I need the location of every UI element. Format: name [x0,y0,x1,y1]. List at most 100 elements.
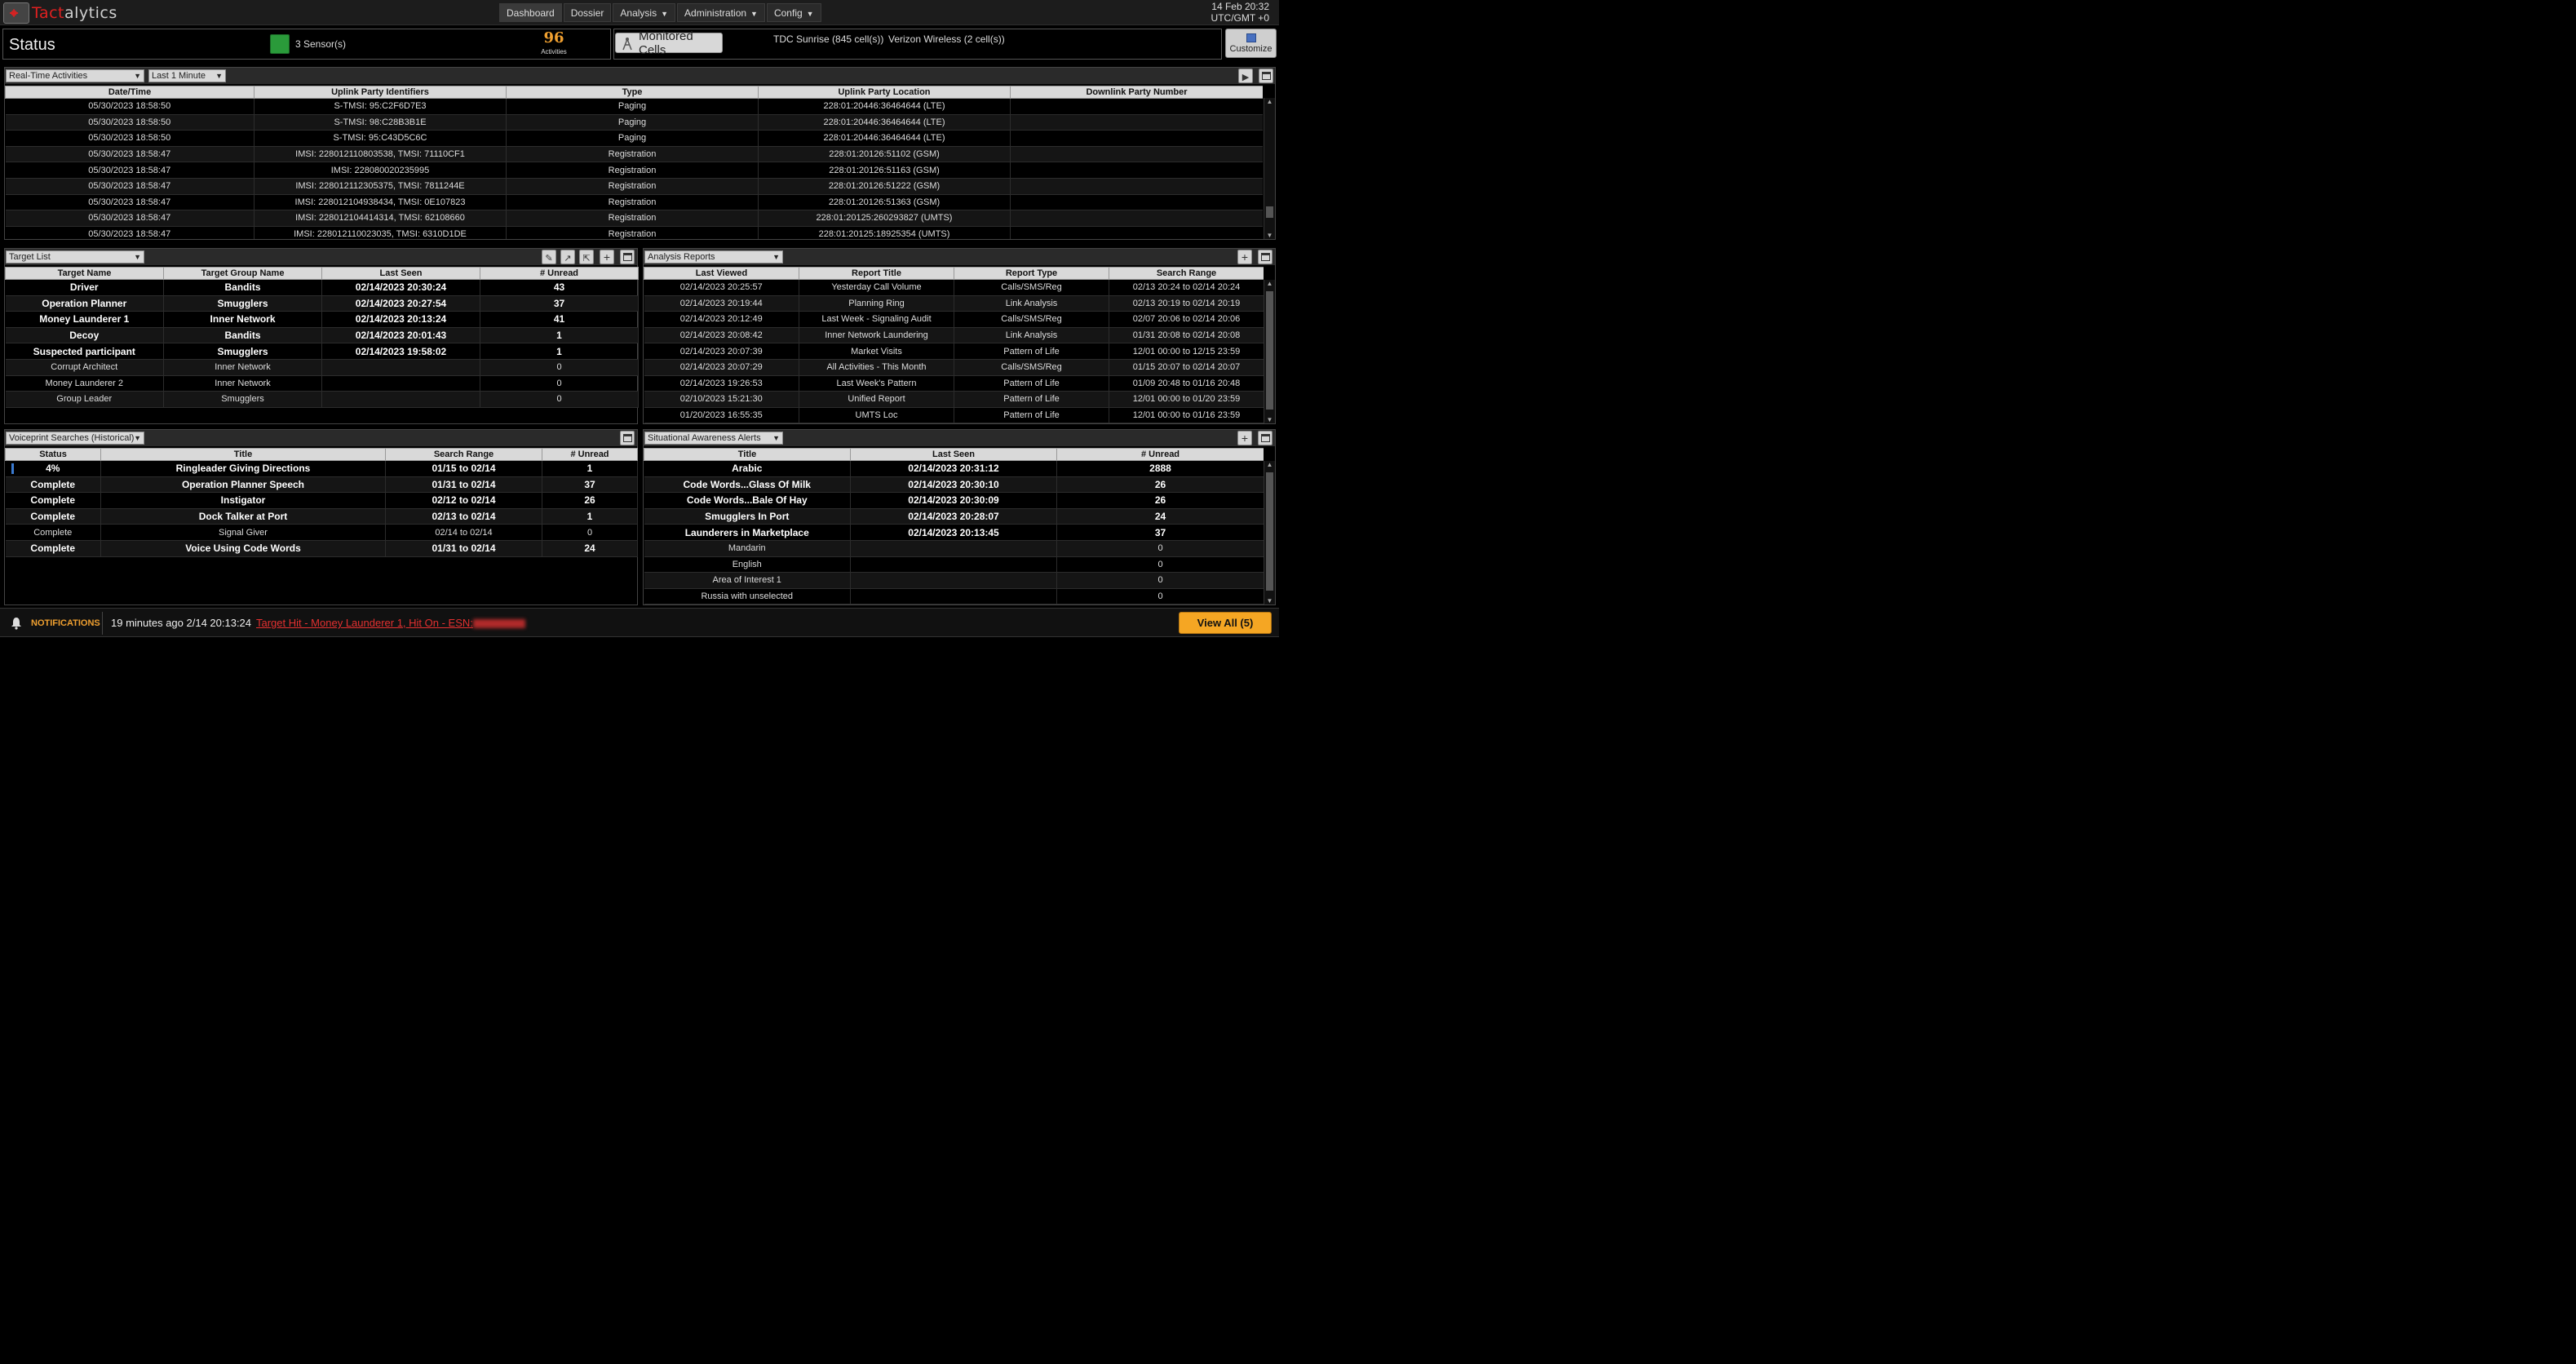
table-row[interactable]: 05/30/2023 18:58:50 S-TMSI: 95:C2F6D7E3 Pa… [5,98,1263,115]
scroll-up-icon[interactable]: ▲ [1264,98,1275,105]
scroll-down-icon[interactable]: ▼ [1264,232,1275,239]
column-header[interactable]: Title [644,448,851,461]
table-row[interactable]: Launderers in Marketplace 02/14/2023 20:1… [644,524,1264,541]
time-range-select[interactable]: Last 1 Minute ▼ [148,69,226,82]
scroll-down-icon[interactable]: ▼ [1264,416,1275,423]
app-logo[interactable]: ⌖ Tactalytics [3,2,117,24]
table-row[interactable]: 02/14/2023 20:19:44 Planning Ring Link Ana… [644,295,1264,312]
column-header[interactable]: Last Seen [850,448,1057,461]
panel-type-select[interactable]: Real-Time Activities ▼ [6,69,144,82]
view-all-button[interactable]: View All (5) [1179,612,1272,634]
table-row[interactable]: Complete Voice Using Code Words 01/31 to 0… [5,540,638,557]
table-row[interactable]: Money Launderer 1 Inner Network 02/14/2023… [5,311,639,328]
column-header[interactable]: # Unread [480,267,639,280]
table-row[interactable]: 05/30/2023 18:58:47 IMSI: 228012112305375… [5,178,1263,195]
table-row[interactable]: Code Words...Glass Of Milk 02/14/2023 20:… [644,476,1264,494]
column-header[interactable]: Downlink Party Number [1010,86,1263,99]
scroll-thumb[interactable] [1266,472,1273,591]
table-row[interactable]: Complete Instigator 02/12 to 02/14 26 [5,492,638,509]
add-report-button[interactable]: + [1237,250,1252,264]
table-row[interactable]: Money Launderer 2 Inner Network 0 [5,375,639,392]
table-row[interactable]: Arabic 02/14/2023 20:31:12 2888 [644,460,1264,477]
table-row[interactable]: 02/14/2023 19:26:53 Last Week's Pattern Pa… [644,375,1264,392]
bell-icon[interactable] [10,617,23,630]
scrollbar[interactable]: ▲ ▼ [1264,461,1275,604]
table-row[interactable]: Complete Dock Talker at Port 02/13 to 02/1… [5,508,638,525]
table-row[interactable]: 02/14/2023 20:08:42 Inner Network Launder… [644,327,1264,344]
panel-type-select[interactable]: Voiceprint Searches (Historical) ▼ [6,432,144,445]
column-header[interactable]: Date/Time [5,86,255,99]
table-row[interactable]: 02/14/2023 20:07:39 Market Visits Pattern … [644,343,1264,360]
add-target-button[interactable]: + [600,250,614,264]
customize-button[interactable]: Customize [1225,29,1277,58]
table-row[interactable]: Mandarin 0 [644,540,1264,557]
column-header[interactable]: Last Seen [321,267,480,280]
play-button[interactable]: ▶ [1238,69,1253,83]
scrollbar[interactable]: ▲ ▼ [1264,98,1275,239]
column-header[interactable]: Search Range [385,448,542,461]
table-row[interactable]: 01/20/2023 16:55:35 UMTS Loc Pattern of Li… [644,407,1264,423]
export-target-button[interactable]: ↗ [560,250,575,264]
panel-type-select[interactable]: Analysis Reports ▼ [644,250,783,264]
column-header[interactable]: Uplink Party Identifiers [254,86,507,99]
maximize-button[interactable] [1258,431,1273,445]
table-row[interactable]: 05/30/2023 18:58:47 IMSI: 228012110803538… [5,146,1263,163]
maximize-button[interactable] [620,431,635,445]
scroll-up-icon[interactable]: ▲ [1264,461,1275,468]
table-row[interactable]: Operation Planner Smugglers 02/14/2023 20:… [5,295,639,312]
table-row[interactable]: 05/30/2023 18:58:50 S-TMSI: 98:C28B3B1E Pa… [5,114,1263,131]
maximize-button[interactable] [1259,69,1273,83]
table-row[interactable]: Decoy Bandits 02/14/2023 20:01:43 1 [5,327,639,344]
table-row[interactable]: 05/30/2023 18:58:47 IMSI: 228012104414314… [5,210,1263,227]
table-row[interactable]: Suspected participant Smugglers 02/14/2023… [5,343,639,360]
column-header[interactable]: # Unread [542,448,638,461]
scroll-down-icon[interactable]: ▼ [1264,597,1275,604]
scroll-up-icon[interactable]: ▲ [1264,280,1275,287]
table-row[interactable]: Russia with unselected 0 [644,588,1264,604]
scroll-thumb[interactable] [1266,291,1273,410]
table-row[interactable]: Driver Bandits 02/14/2023 20:30:24 43 [5,279,639,296]
table-row[interactable]: 02/14/2023 20:25:57 Yesterday Call Volume… [644,279,1264,296]
edit-target-button[interactable]: ✎ [542,250,556,264]
column-header[interactable]: Type [506,86,759,99]
column-header[interactable]: Search Range [1109,267,1264,280]
notification-link[interactable]: Target Hit - Money Launderer 1, Hit On -… [256,617,525,629]
column-header[interactable]: Report Title [799,267,954,280]
sensor-status-indicator[interactable] [270,34,290,54]
panel-type-select[interactable]: Situational Awareness Alerts ▼ [644,432,783,445]
table-row[interactable]: Complete Operation Planner Speech 01/31 to… [5,476,638,494]
table-row[interactable]: 05/30/2023 18:58:47 IMSI: 228080020235995… [5,162,1263,179]
panel-type-select[interactable]: Target List ▼ [6,250,144,264]
column-header[interactable]: Target Name [5,267,164,280]
column-header[interactable]: Status [5,448,101,461]
table-row[interactable]: English 0 [644,556,1264,574]
table-row[interactable]: 02/10/2023 15:21:30 Unified Report Pattern… [644,391,1264,408]
table-row[interactable]: Area of Interest 1 0 [644,572,1264,589]
nav-config[interactable]: Config ▼ [766,3,821,22]
monitored-cells-button[interactable]: Monitored Cells [615,29,723,57]
table-row[interactable]: 4% Ringleader Giving Directions 01/15 to 0… [5,460,638,477]
maximize-button[interactable] [1258,250,1273,264]
column-header[interactable]: # Unread [1056,448,1264,461]
table-row[interactable]: 02/14/2023 20:12:49 Last Week - Signaling… [644,311,1264,328]
nav-dashboard[interactable]: Dashboard [499,3,562,22]
column-header[interactable]: Uplink Party Location [758,86,1011,99]
column-header[interactable]: Last Viewed [644,267,799,280]
nav-dossier[interactable]: Dossier [563,3,612,22]
table-row[interactable]: 05/30/2023 18:58:47 IMSI: 228012110023035… [5,226,1263,239]
nav-analysis[interactable]: Analysis ▼ [613,3,676,22]
table-row[interactable]: Complete Signal Giver 02/14 to 02/14 0 [5,524,638,541]
column-header[interactable]: Report Type [954,267,1109,280]
table-row[interactable]: 05/30/2023 18:58:50 S-TMSI: 95:C43D5C6C Pa… [5,130,1263,147]
add-alert-button[interactable]: + [1237,431,1252,445]
column-header[interactable]: Target Group Name [163,267,322,280]
maximize-button[interactable] [620,250,635,264]
scroll-thumb[interactable] [1266,206,1273,218]
table-row[interactable]: Group Leader Smugglers 0 [5,391,639,408]
column-header[interactable]: Title [100,448,386,461]
table-row[interactable]: Corrupt Architect Inner Network 0 [5,359,639,376]
scrollbar[interactable]: ▲ ▼ [1264,280,1275,423]
nav-administration[interactable]: Administration ▼ [677,3,765,22]
table-row[interactable]: 05/30/2023 18:58:47 IMSI: 228012104938434… [5,194,1263,211]
open-target-button[interactable]: ⇱ [579,250,594,264]
